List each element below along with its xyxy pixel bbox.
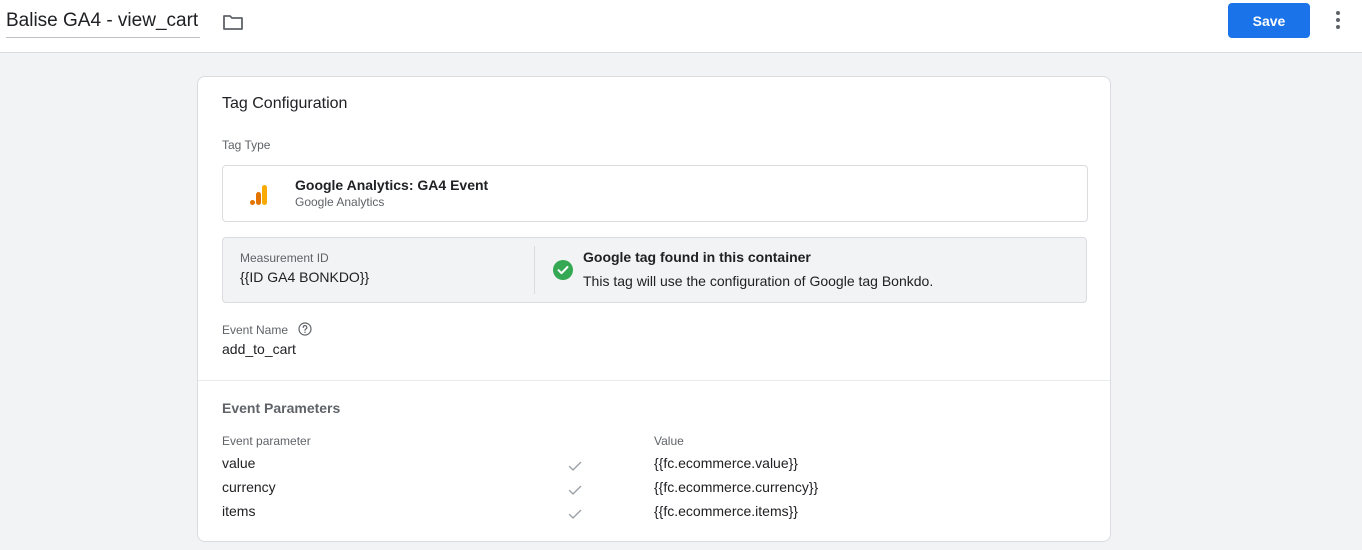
check-circle-icon: [553, 260, 573, 280]
google-tag-status-desc: This tag will use the configuration of G…: [583, 273, 934, 289]
value-column-header: Value: [654, 434, 684, 448]
measurement-id-value[interactable]: {{ID GA4 BONKDO}}: [240, 269, 369, 285]
panel-divider: [534, 246, 535, 294]
card-title: Tag Configuration: [222, 95, 348, 112]
event-parameter-column-header: Event parameter: [222, 434, 311, 448]
tag-configuration-card[interactable]: Tag Configuration Tag Type Google Analyt…: [197, 76, 1111, 542]
help-icon[interactable]: [298, 322, 312, 336]
section-divider: [198, 380, 1110, 381]
event-parameter-row[interactable]: value {{fc.ecommerce.value}}: [222, 455, 1082, 475]
folder-icon[interactable]: [221, 10, 245, 34]
tag-type-selector[interactable]: Google Analytics: GA4 Event Google Analy…: [222, 165, 1088, 222]
check-icon: [568, 461, 582, 471]
more-vert-icon[interactable]: [1326, 8, 1350, 32]
parameter-value: {{fc.ecommerce.items}}: [654, 503, 798, 519]
parameter-name: items: [222, 503, 256, 519]
parameter-value: {{fc.ecommerce.value}}: [654, 455, 798, 471]
parameter-name: value: [222, 455, 256, 471]
google-analytics-icon: [250, 185, 267, 205]
measurement-id-panel: Measurement ID {{ID GA4 BONKDO}} Google …: [222, 237, 1087, 303]
tag-title[interactable]: Balise GA4 - view_cart: [6, 6, 198, 36]
event-parameter-row[interactable]: items {{fc.ecommerce.items}}: [222, 503, 1082, 523]
event-name-label: Event Name: [222, 323, 289, 337]
top-bar: Balise GA4 - view_cart Save: [0, 0, 1362, 53]
event-parameter-row[interactable]: currency {{fc.ecommerce.currency}}: [222, 479, 1082, 499]
parameter-name: currency: [222, 479, 276, 495]
tag-title-field[interactable]: Balise GA4 - view_cart: [6, 6, 201, 38]
check-icon: [568, 485, 582, 495]
check-icon: [568, 509, 582, 519]
event-name-value[interactable]: add_to_cart: [222, 341, 296, 357]
parameter-value: {{fc.ecommerce.currency}}: [654, 479, 819, 495]
tag-type-vendor: Google Analytics: [295, 195, 385, 209]
tag-type-label: Tag Type: [222, 138, 271, 152]
tag-type-name: Google Analytics: GA4 Event: [295, 177, 489, 193]
measurement-id-label: Measurement ID: [240, 251, 329, 265]
save-button[interactable]: Save: [1228, 3, 1310, 38]
event-parameters-title: Event Parameters: [222, 400, 341, 416]
google-tag-status-title: Google tag found in this container: [583, 249, 811, 265]
